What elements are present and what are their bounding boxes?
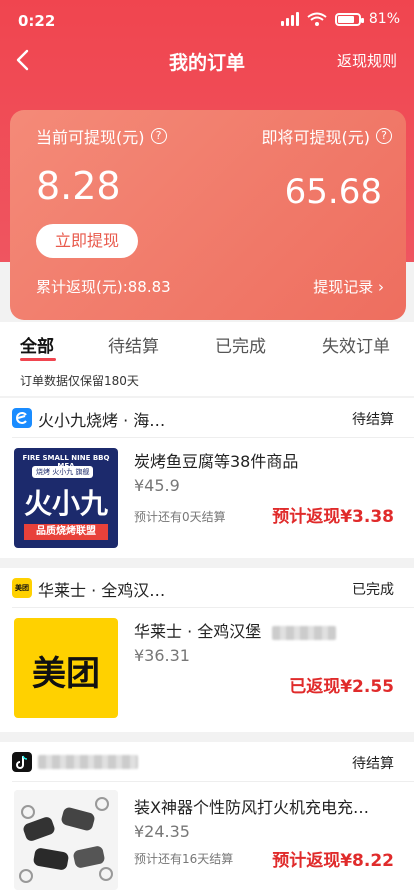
order-status: 已完成 (352, 582, 394, 598)
product-thumbnail (14, 790, 118, 890)
thumb-tag: 烧烤 火小九 旗舰 (32, 466, 94, 478)
product-price: ¥45.9 (134, 476, 180, 495)
active-tab-indicator (20, 358, 56, 361)
shop-name (38, 751, 138, 770)
meituan-logo-text: 美团 (32, 654, 100, 694)
product-title: 华莱士 · 全鸡汉堡 (134, 618, 337, 642)
product-title: 炭烤鱼豆腐等38件商品 (134, 452, 299, 471)
data-retention-notice: 订单数据仅保留180天 (0, 366, 414, 396)
product-price: ¥24.35 (134, 822, 190, 841)
product-thumbnail: FIRE SMALL NINE BBQ MEA 烧烤 火小九 旗舰 火小九 品质… (14, 448, 118, 548)
order-header: 火小九烧烤 · 海… 待结算 (12, 398, 414, 438)
order-header: 美团 华莱士 · 全鸡汉… 已完成 (12, 568, 414, 608)
rebate-rules-link[interactable]: 返现规则 (337, 50, 397, 71)
order-card[interactable]: 火小九烧烤 · 海… 待结算 FIRE SMALL NINE BBQ MEA 烧… (0, 398, 414, 558)
thumb-brand-text: 火小九 (23, 487, 108, 520)
rebate-amount: 已返现¥2.55 (289, 677, 394, 697)
total-rebate-text: 累计返现(元):88.83 (36, 278, 171, 296)
shop-name: 华莱士 · 全鸡汉… (38, 581, 166, 600)
battery-icon (334, 12, 364, 26)
pending-withdrawable-value: 65.68 (284, 172, 382, 212)
tab-invalid[interactable]: 失效订单 (322, 332, 390, 357)
settlement-note: 预计还有0天结算 (134, 510, 226, 524)
shop-name: 火小九烧烤 · 海… (38, 411, 166, 430)
balance-card: 当前可提现(元) ? 即将可提现(元) ? 8.28 65.68 立即提现 累计… (10, 110, 406, 320)
help-icon[interactable]: ? (150, 128, 167, 144)
rebate-amount: 预计返现¥8.22 (272, 851, 394, 871)
order-header: 待结算 (12, 742, 414, 782)
order-status: 待结算 (352, 756, 394, 772)
pending-withdrawable-label: 即将可提现(元) ? (262, 124, 392, 148)
order-card[interactable]: 美团 华莱士 · 全鸡汉… 已完成 美团 华莱士 · 全鸡汉堡 ¥36.31 已… (0, 568, 414, 732)
meituan-logo-icon: 美团 (12, 578, 32, 598)
help-icon[interactable]: ? (376, 128, 392, 144)
order-card[interactable]: 待结算 装X神器个性防风打火机充电充… ¥24.35 预计还有16天结算 预计返… (0, 742, 414, 896)
rebate-amount: 预计返现¥3.38 (272, 507, 394, 527)
douyin-logo-icon (12, 752, 32, 772)
thumb-bottom-banner: 品质烧烤联盟 (24, 524, 108, 540)
blurred-text (38, 754, 138, 769)
product-price: ¥36.31 (134, 646, 190, 665)
withdraw-now-button[interactable]: 立即提现 (36, 224, 138, 258)
tab-pending[interactable]: 待结算 (108, 332, 159, 357)
wifi-icon (307, 12, 327, 26)
battery-percent: 81% (368, 11, 400, 27)
settlement-note: 预计还有16天结算 (134, 852, 234, 866)
order-tabs: 全部 待结算 已完成 失效订单 (0, 322, 414, 366)
tab-completed[interactable]: 已完成 (215, 332, 266, 357)
current-withdrawable-value: 8.28 (36, 164, 121, 208)
status-time: 0:22 (18, 12, 56, 30)
product-thumbnail: 美团 (14, 618, 118, 718)
current-withdrawable-label: 当前可提现(元) ? (36, 124, 167, 148)
lighter-keychain-image (14, 790, 118, 890)
order-status: 待结算 (352, 412, 394, 428)
tab-all[interactable]: 全部 (20, 332, 54, 357)
status-icons: 81% (280, 11, 400, 27)
signal-icon (280, 12, 299, 26)
blurred-text (272, 625, 337, 640)
eleme-logo-icon (12, 408, 32, 428)
withdraw-record-link[interactable]: 提现记录 › (313, 276, 384, 297)
product-title: 装X神器个性防风打火机充电充… (134, 798, 369, 817)
nav-bar: 我的订单 返现规则 (0, 38, 414, 82)
